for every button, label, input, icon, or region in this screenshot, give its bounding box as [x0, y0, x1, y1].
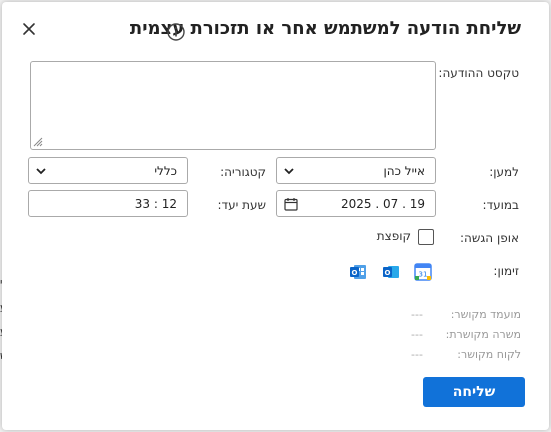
message-dialog: שליחת הודעה למשתמש אחר או תזכורת עצמית ט…	[2, 2, 549, 430]
related-job-label: משרה מקושרת:	[445, 328, 521, 341]
time-input[interactable]: 12 : 33	[28, 190, 188, 217]
related-customer-label: לקוח מקושר:	[457, 348, 521, 361]
time-label: שעת יעד:	[217, 198, 266, 212]
popup-label: קופצת	[376, 229, 411, 243]
outlook-calendar-icon[interactable]: O	[349, 263, 367, 281]
related-job-value: ---	[411, 328, 423, 341]
category-select[interactable]: כללי	[28, 157, 188, 184]
date-input-value: 19 . 07 . 2025	[340, 197, 425, 211]
category-select-value: כללי	[154, 164, 177, 178]
outlook-letter: O	[385, 269, 391, 277]
chevron-down-icon	[284, 168, 294, 175]
related-event-value: ---	[411, 308, 423, 321]
time-input-value: 12 : 33	[134, 197, 177, 211]
resize-grip-icon[interactable]	[33, 137, 43, 147]
popup-checkbox[interactable]	[418, 229, 434, 245]
invite-label: זימון:	[493, 264, 519, 278]
send-button[interactable]: שליחה	[423, 377, 525, 407]
date-input[interactable]: 19 . 07 . 2025	[276, 190, 436, 217]
calendar-icon[interactable]	[284, 197, 298, 211]
delivery-label: אופן הגשה:	[459, 231, 519, 245]
date-label: במועד:	[482, 198, 519, 212]
to-select[interactable]: אייל כהן	[276, 157, 436, 184]
outlook-icon[interactable]: O	[382, 263, 400, 281]
to-select-value: אייל כהן	[383, 164, 425, 178]
dialog-title: שליחת הודעה למשתמש אחר או תזכורת עצמית	[129, 18, 521, 39]
related-customer-value: ---	[411, 348, 423, 361]
related-event-label: מועמד מקושר:	[450, 308, 521, 321]
message-label: טקסט ההודעה:	[438, 66, 519, 80]
google-calendar-icon[interactable]: 31	[414, 263, 432, 281]
to-label: למען:	[489, 165, 519, 179]
close-icon[interactable]	[21, 21, 37, 37]
category-label: קטגוריה:	[220, 165, 266, 179]
message-textarea[interactable]	[30, 61, 436, 150]
info-icon[interactable]	[167, 23, 185, 41]
outlook-calendar-letter: O	[352, 269, 358, 277]
chevron-down-icon	[36, 168, 46, 175]
google-calendar-day: 31	[419, 271, 428, 279]
